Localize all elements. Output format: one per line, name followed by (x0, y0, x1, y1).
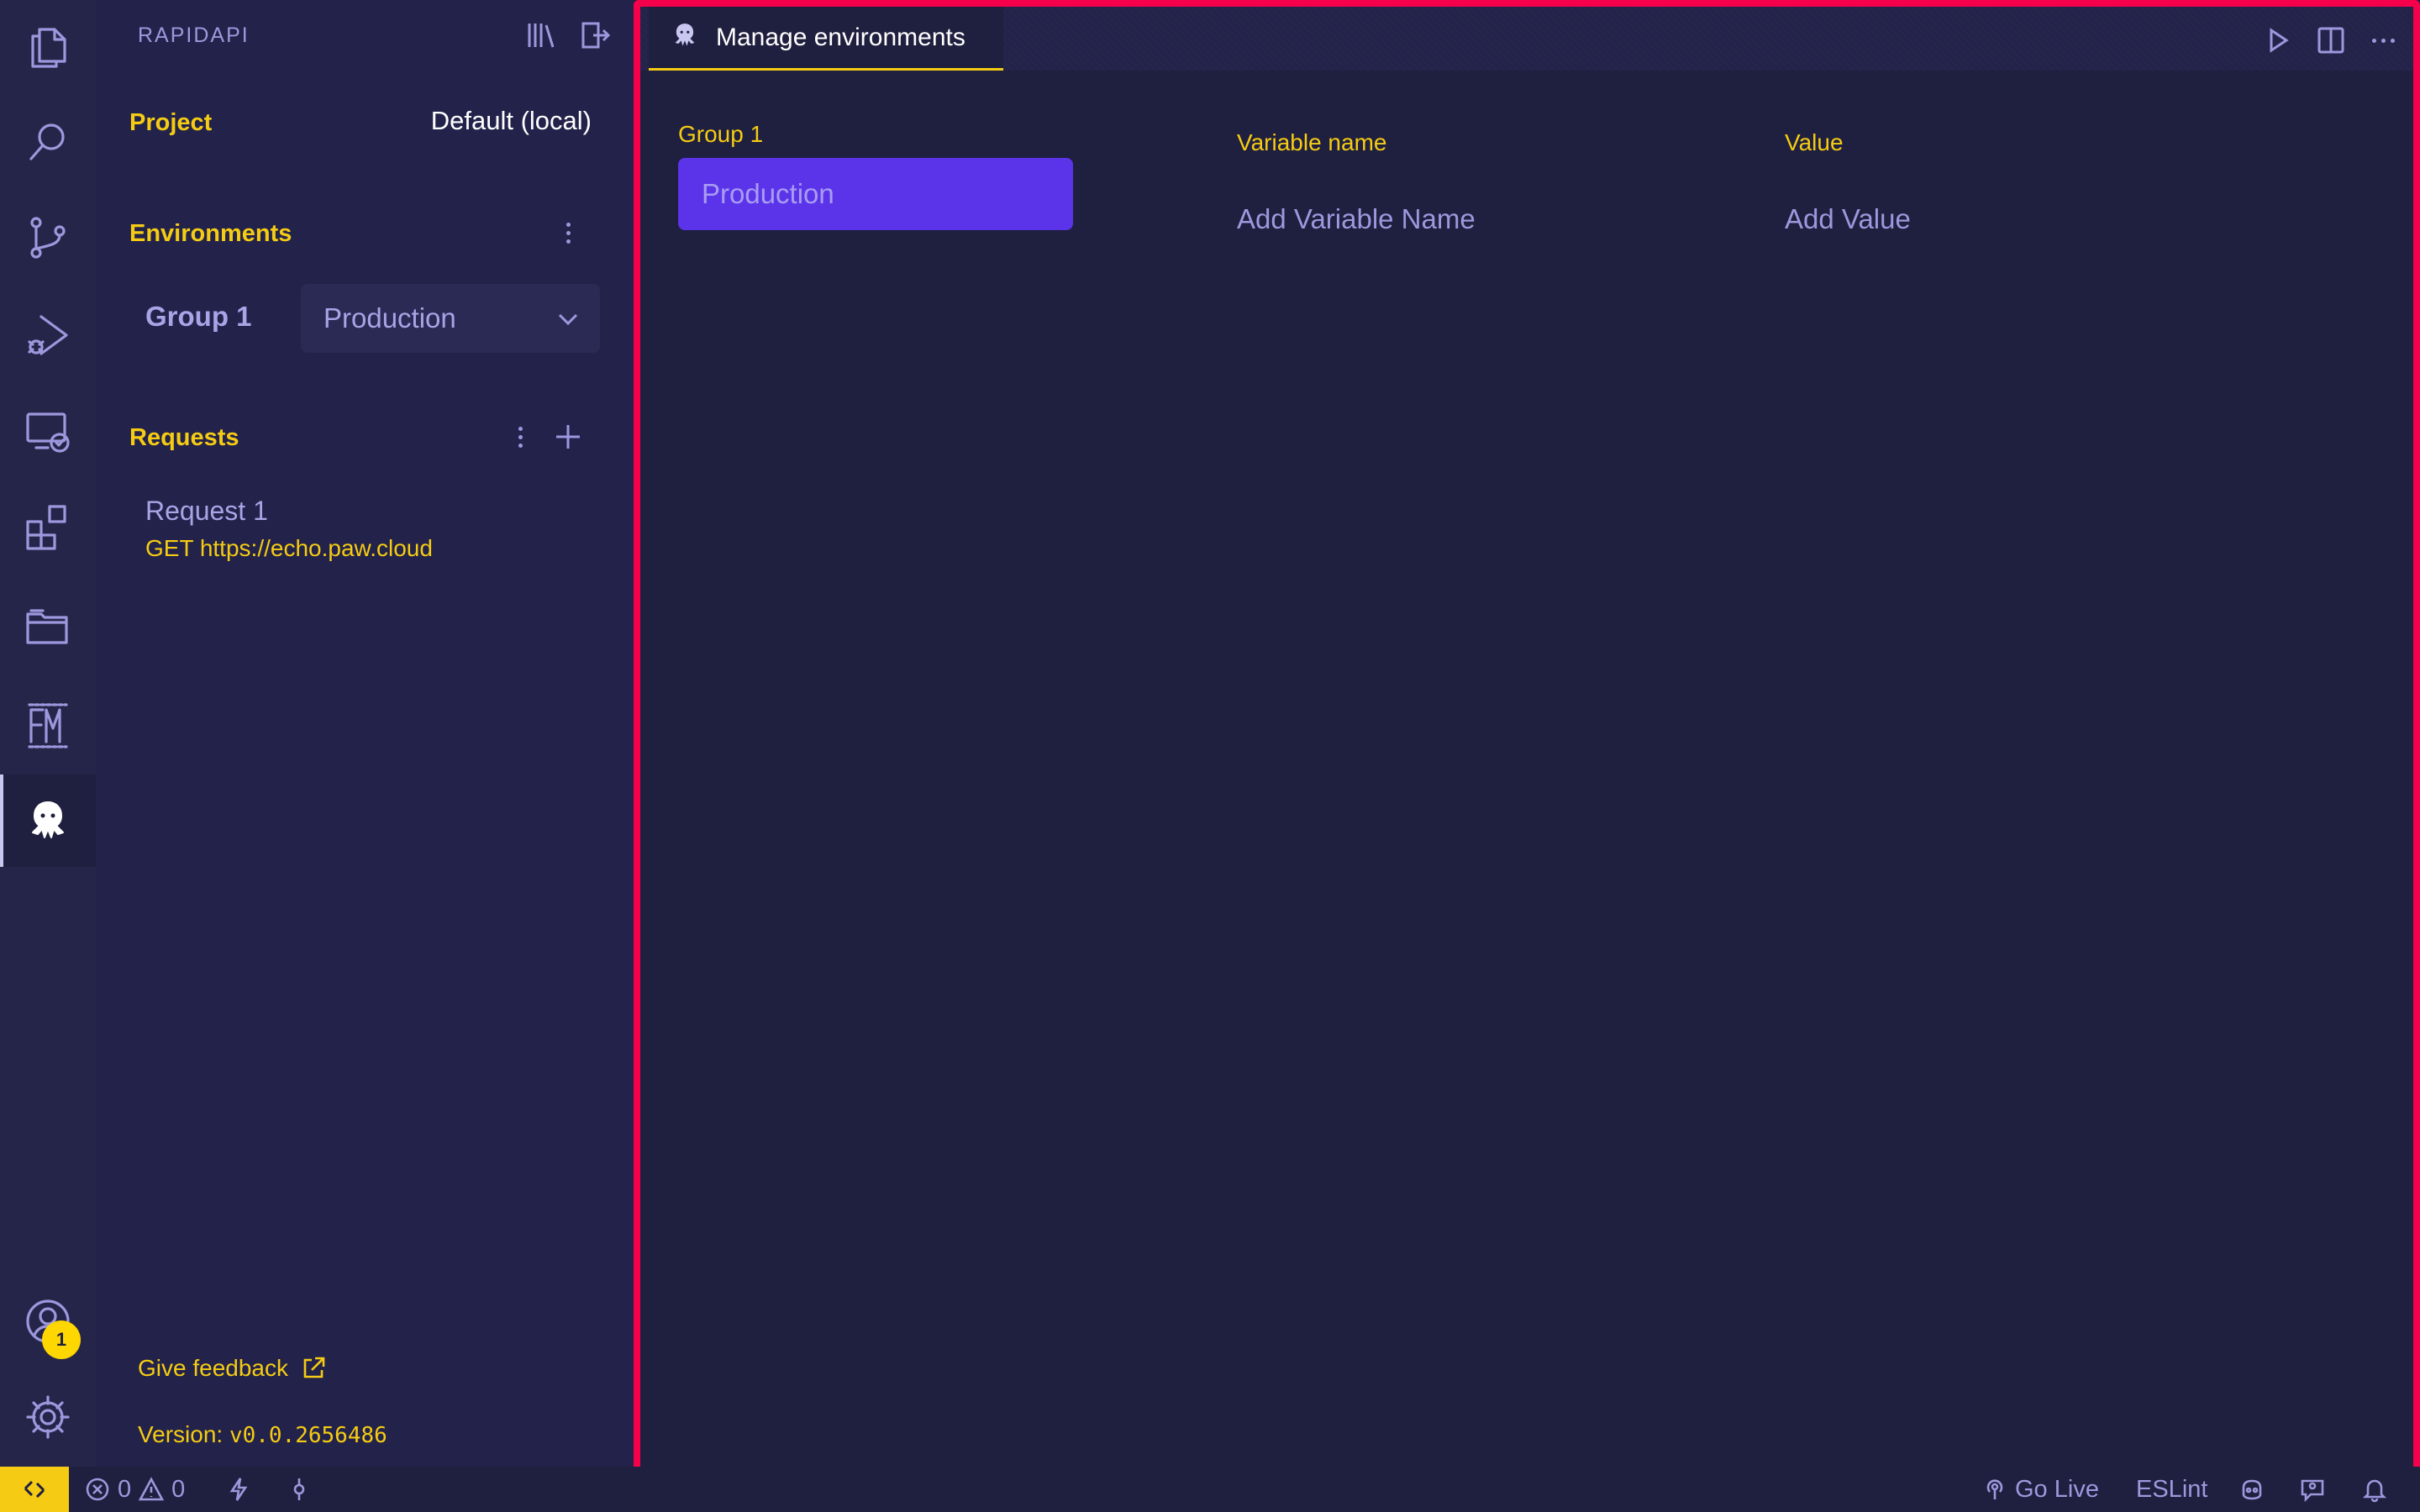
version-prefix: Version: (138, 1421, 229, 1447)
accounts-badge: 1 (42, 1320, 81, 1359)
warning-icon (138, 1477, 165, 1501)
eslint-button[interactable]: ESLint (2136, 1467, 2207, 1512)
requests-more-icon[interactable] (508, 420, 533, 454)
requests-label: Requests (129, 424, 239, 451)
project-label: Project (129, 109, 213, 136)
remote-icon (24, 1480, 45, 1499)
add-request-icon[interactable] (551, 420, 585, 454)
explorer-icon[interactable] (0, 2, 96, 94)
error-icon (86, 1478, 109, 1501)
feedback-icon[interactable] (2299, 1467, 2326, 1512)
value-header: Value (1785, 129, 1844, 155)
sidebar-title: RAPIDAPI (138, 24, 250, 47)
variable-name-header: Variable name (1237, 129, 1387, 155)
rapidapi-icon (669, 19, 701, 55)
tab-strip: Manage environments (640, 7, 2413, 71)
request-item-name[interactable]: Request 1 (145, 496, 268, 527)
broadcast-icon (1986, 1479, 2003, 1499)
version-value: v0.0.2656486 (229, 1423, 387, 1448)
library-icon[interactable] (524, 18, 558, 52)
error-count: 0 (118, 1475, 132, 1503)
give-feedback-link[interactable]: Give feedback (138, 1355, 327, 1382)
chevron-down-icon (558, 313, 578, 326)
rapidapi-icon[interactable] (0, 774, 96, 867)
split-editor-icon[interactable] (2314, 24, 2348, 57)
problems-indicator[interactable]: 0 0 (84, 1467, 185, 1512)
source-control-icon[interactable] (0, 192, 96, 284)
go-live-label: Go Live (2015, 1475, 2099, 1503)
environment-select[interactable]: Production (301, 284, 600, 353)
notifications-icon[interactable] (2361, 1467, 2388, 1512)
run-debug-icon[interactable] (0, 289, 96, 381)
remote-explorer-icon[interactable] (0, 385, 96, 477)
lightning-icon[interactable] (225, 1467, 252, 1512)
logout-icon[interactable] (578, 18, 612, 52)
environment-select-value: Production (324, 302, 456, 333)
project-manager-icon[interactable] (0, 580, 96, 672)
project-value[interactable]: Default (local) (431, 106, 592, 136)
group-label: Group 1 (145, 301, 252, 332)
version-text: Version: v0.0.2656486 (138, 1421, 387, 1448)
fm-icon[interactable] (0, 679, 96, 771)
tab-manage-environments[interactable]: Manage environments (649, 7, 1003, 71)
copilot-icon[interactable] (2238, 1467, 2265, 1512)
status-bar: 0 0 Go Live ESLint (0, 1467, 2420, 1512)
search-icon[interactable] (0, 96, 96, 188)
extensions-icon[interactable] (0, 480, 96, 573)
tab-label: Manage environments (716, 23, 965, 51)
settings-icon[interactable] (0, 1371, 96, 1463)
environments-label: Environments (129, 220, 292, 247)
more-actions-icon[interactable] (2366, 24, 2400, 57)
commit-icon[interactable] (286, 1467, 313, 1512)
external-link-icon (303, 1357, 325, 1378)
give-feedback-label: Give feedback (138, 1355, 288, 1381)
sidebar: RAPIDAPI Project Default (local) Environ… (96, 0, 634, 1467)
editor-area: Manage environments Group 1 Production V… (634, 0, 2420, 1512)
environment-item-production[interactable]: Production (678, 158, 1073, 230)
editor-group-label: Group 1 (678, 121, 764, 147)
warning-count: 0 (171, 1475, 186, 1503)
environments-more-icon[interactable] (555, 216, 581, 249)
request-item-url[interactable]: GET https://echo.paw.cloud (145, 535, 433, 562)
value-input[interactable]: Add Value (1785, 203, 1911, 235)
eslint-label: ESLint (2136, 1475, 2208, 1503)
variable-name-input[interactable]: Add Variable Name (1237, 203, 1476, 235)
activity-bar: 1 (0, 0, 96, 1467)
run-icon[interactable] (2261, 24, 2295, 57)
go-live-button[interactable]: Go Live (1981, 1467, 2099, 1512)
remote-indicator[interactable] (0, 1467, 69, 1512)
